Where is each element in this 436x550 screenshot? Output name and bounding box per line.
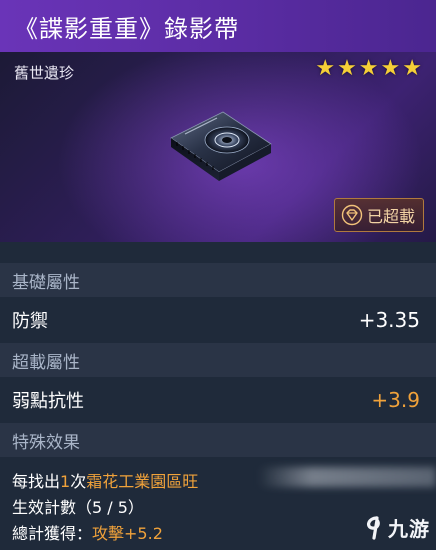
stat-row-defense: 防禦 +3.35 — [0, 297, 436, 343]
item-title: 《諜影重重》錄影帶 — [14, 14, 239, 43]
stat-name: 防禦 — [12, 311, 48, 332]
effect-count: 1 — [60, 472, 71, 491]
watermark-text: 九游 — [388, 517, 430, 541]
effect-text: 總計獲得： — [12, 524, 93, 543]
stat-name: 弱點抗性 — [12, 391, 84, 412]
effect-location: 霜花工業園區 — [86, 472, 183, 491]
section-title: 超載屬性 — [12, 352, 80, 373]
section-title: 基礎屬性 — [12, 272, 80, 293]
star-icon: ★ — [380, 56, 401, 81]
star-rating: ★ ★ ★ ★ ★ — [315, 56, 422, 82]
star-icon: ★ — [358, 56, 379, 81]
effect-location-cut: 旺 — [182, 472, 199, 491]
section-title: 特殊效果 — [12, 432, 80, 453]
item-showcase: 舊世遺珍 ★ ★ ★ ★ ★ 已超載 — [0, 52, 436, 242]
stat-row-weakpoint: 弱點抗性 +3.9 — [0, 377, 436, 423]
overload-badge: 已超載 — [333, 198, 424, 232]
effect-text: 次 — [70, 472, 87, 491]
stat-value: +3.35 — [358, 308, 420, 332]
rarity-label: 舊世遺珍 — [14, 64, 75, 82]
section-header-base: 基礎屬性 — [0, 263, 436, 297]
overload-diamond-icon — [341, 204, 363, 226]
nine-game-logo-icon — [366, 515, 380, 540]
title-bar: 《諜影重重》錄影帶 — [0, 0, 436, 52]
section-header-special: 特殊效果 — [0, 423, 436, 457]
overload-badge-label: 已超載 — [366, 207, 415, 226]
section-header-overload: 超載屬性 — [0, 343, 436, 377]
watermark: 九游 — [363, 513, 430, 542]
effect-text: 每找出 — [12, 472, 61, 491]
star-icon: ★ — [402, 56, 422, 81]
star-icon: ★ — [315, 56, 336, 81]
blurred-overlay — [258, 467, 436, 487]
videotape-item-image — [170, 111, 272, 181]
effect-bonus: 攻擊+5.2 — [92, 524, 163, 543]
stat-value: +3.9 — [371, 388, 420, 412]
star-icon: ★ — [337, 56, 357, 81]
